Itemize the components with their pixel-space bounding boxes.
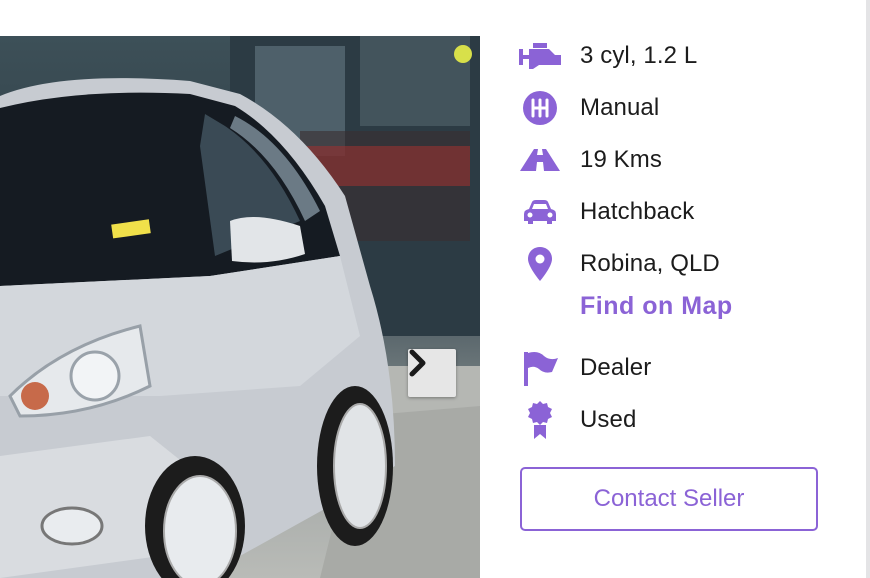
chevron-right-icon	[409, 349, 426, 377]
spec-location: Robina, QLD	[518, 238, 848, 290]
spec-label: 3 cyl, 1.2 L	[580, 42, 698, 69]
spec-odometer: 19 Kms	[518, 134, 848, 186]
badge-icon	[518, 401, 562, 439]
page-edge-divider	[866, 0, 870, 578]
spec-label: Used	[580, 406, 637, 433]
spec-label: 19 Kms	[580, 146, 662, 173]
flag-icon	[518, 351, 562, 386]
spec-condition: Used	[518, 394, 848, 446]
spec-label: Hatchback	[580, 198, 695, 225]
find-on-map-link[interactable]: Find on Map	[580, 292, 733, 321]
gallery-next-button[interactable]	[408, 349, 456, 397]
gear-shift-icon	[518, 91, 562, 125]
spec-seller-type: Dealer	[518, 342, 848, 394]
spec-body-type: Hatchback	[518, 186, 848, 238]
car-icon	[518, 195, 562, 229]
vehicle-photo[interactable]	[0, 36, 480, 578]
spec-label: Dealer	[580, 354, 652, 381]
location-pin-icon	[518, 247, 562, 281]
vehicle-image	[0, 36, 480, 578]
engine-icon	[518, 39, 562, 73]
spec-engine: 3 cyl, 1.2 L	[518, 30, 848, 82]
spec-label: Robina, QLD	[580, 250, 720, 277]
spec-label: Manual	[580, 94, 660, 121]
contact-seller-button[interactable]: Contact Seller	[520, 467, 818, 531]
road-icon	[518, 143, 562, 177]
spec-transmission: Manual	[518, 82, 848, 134]
